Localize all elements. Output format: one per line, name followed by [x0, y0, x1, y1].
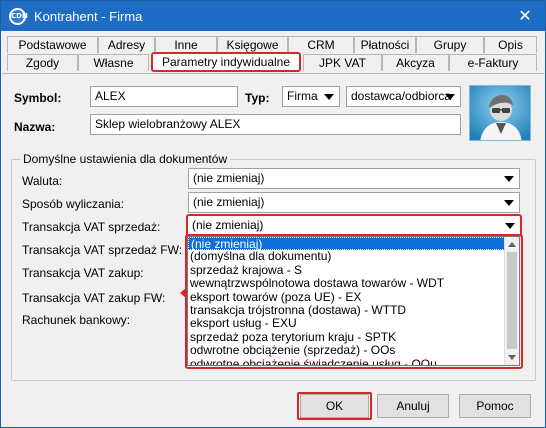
dropdown-option[interactable]: sprzedaż poza terytorium kraju - SPTK	[188, 330, 519, 344]
dropdown-option[interactable]: odwrotne obciążenie (sprzedaż) - OOs	[188, 343, 519, 357]
tab-ksiegowe[interactable]: Księgowe	[217, 36, 288, 53]
dropdown-option[interactable]: eksport usług - EXU	[188, 317, 519, 330]
tab-grupy[interactable]: Grupy	[416, 36, 484, 53]
dropdown-option[interactable]: (domyślna dla dokumentu)	[188, 250, 519, 263]
pointer-marker-icon	[180, 288, 186, 298]
vat-sprzedaz-dropdown-list[interactable]: (nie zmieniaj) (domyślna dla dokumentu) …	[187, 236, 520, 366]
sposob-wyliczania-label: Sposób wyliczania:	[22, 197, 125, 211]
title-bar: CDN Kontrahent - Firma ✕	[1, 1, 545, 31]
tab-podstawowe[interactable]: Podstawowe	[7, 36, 98, 53]
vat-sprzedaz-select[interactable]: (nie zmieniaj)	[186, 214, 522, 237]
tab-panel-divider	[2, 73, 544, 74]
tab-crm[interactable]: CRM	[288, 36, 354, 53]
chevron-down-icon	[505, 223, 515, 229]
waluta-label: Waluta:	[22, 174, 63, 188]
tab-e-faktury[interactable]: e-Faktury	[449, 54, 537, 71]
chevron-down-icon	[324, 94, 334, 100]
typ-select[interactable]: Firma	[282, 86, 340, 107]
sposob-wyliczania-select[interactable]: (nie zmieniaj)	[188, 192, 520, 213]
tab-jpk-vat[interactable]: JPK VAT	[303, 54, 382, 71]
cancel-button[interactable]: Anuluj	[377, 394, 449, 418]
chevron-down-icon	[445, 94, 455, 100]
dropdown-option[interactable]: eksport towarów (poza UE) - EX	[188, 290, 519, 304]
close-icon[interactable]: ✕	[515, 6, 535, 26]
dropdown-option[interactable]: wewnątrzwspólnotowa dostawa towarów - WD…	[188, 276, 519, 290]
vat-zakup-fw-label: Transakcja VAT zakup FW:	[22, 291, 166, 305]
dropdown-option[interactable]: transakcja trójstronna (dostawa) - WTTD	[188, 303, 519, 317]
tab-wlasne[interactable]: Własne	[78, 54, 149, 71]
dropdown-option[interactable]: (nie zmieniaj)	[188, 237, 519, 251]
chevron-down-icon	[504, 176, 514, 182]
scroll-down-icon[interactable]	[508, 355, 516, 360]
sposob-wyliczania-value: (nie zmieniaj)	[193, 195, 265, 209]
waluta-select-value: (nie zmieniaj)	[193, 171, 265, 185]
default-settings-title: Domyślne ustawienia dla dokumentów	[20, 152, 231, 166]
typ-label: Typ:	[245, 91, 270, 105]
nazwa-label: Nazwa:	[14, 120, 56, 134]
tab-opis[interactable]: Opis	[484, 36, 537, 53]
tab-inne[interactable]: Inne	[155, 36, 217, 53]
help-button[interactable]: Pomoc	[459, 394, 531, 418]
contractor-avatar-icon[interactable]	[469, 85, 531, 141]
rachunek-bankowy-label: Rachunek bankowy:	[22, 313, 131, 327]
contractor-dialog: CDN Kontrahent - Firma ✕ Podstawowe Adre…	[0, 0, 546, 428]
scroll-thumb[interactable]	[507, 252, 517, 349]
dropdown-scrollbar[interactable]	[504, 237, 519, 365]
ok-button[interactable]: OK	[300, 394, 369, 418]
vat-sprzedaz-value: (nie zmieniaj)	[192, 218, 264, 232]
tab-parametry-indywidualne[interactable]: Parametry indywidualne	[151, 52, 301, 72]
window-title: Kontrahent - Firma	[34, 9, 143, 24]
dropdown-option[interactable]: odwrotne obciążenie świadczenie usług - …	[188, 357, 519, 365]
tab-zgody[interactable]: Zgody	[7, 54, 78, 71]
vat-zakup-label: Transakcja VAT zakup:	[22, 266, 144, 280]
typ-select-value: Firma	[287, 89, 318, 103]
tab-adresy[interactable]: Adresy	[98, 36, 155, 53]
vat-sprzedaz-label: Transakcja VAT sprzedaż:	[22, 220, 161, 234]
dropdown-option[interactable]: sprzedaż krajowa - S	[188, 263, 519, 277]
waluta-select[interactable]: (nie zmieniaj)	[188, 168, 520, 189]
symbol-label: Symbol:	[14, 91, 62, 105]
nazwa-field[interactable]: Sklep wielobranżowy ALEX	[90, 114, 461, 135]
tab-platnosci[interactable]: Płatności	[354, 36, 416, 53]
tab-akcyza[interactable]: Akcyza	[382, 54, 449, 71]
scroll-up-icon[interactable]	[508, 242, 516, 247]
role-select-value: dostawca/odbiorca	[351, 89, 452, 103]
app-logo-icon: CDN	[9, 8, 28, 25]
chevron-down-icon	[504, 200, 514, 206]
role-select[interactable]: dostawca/odbiorca	[346, 86, 461, 107]
symbol-field[interactable]: ALEX	[90, 86, 238, 107]
vat-sprzedaz-fw-label: Transakcja VAT sprzedaż FW:	[22, 243, 183, 257]
